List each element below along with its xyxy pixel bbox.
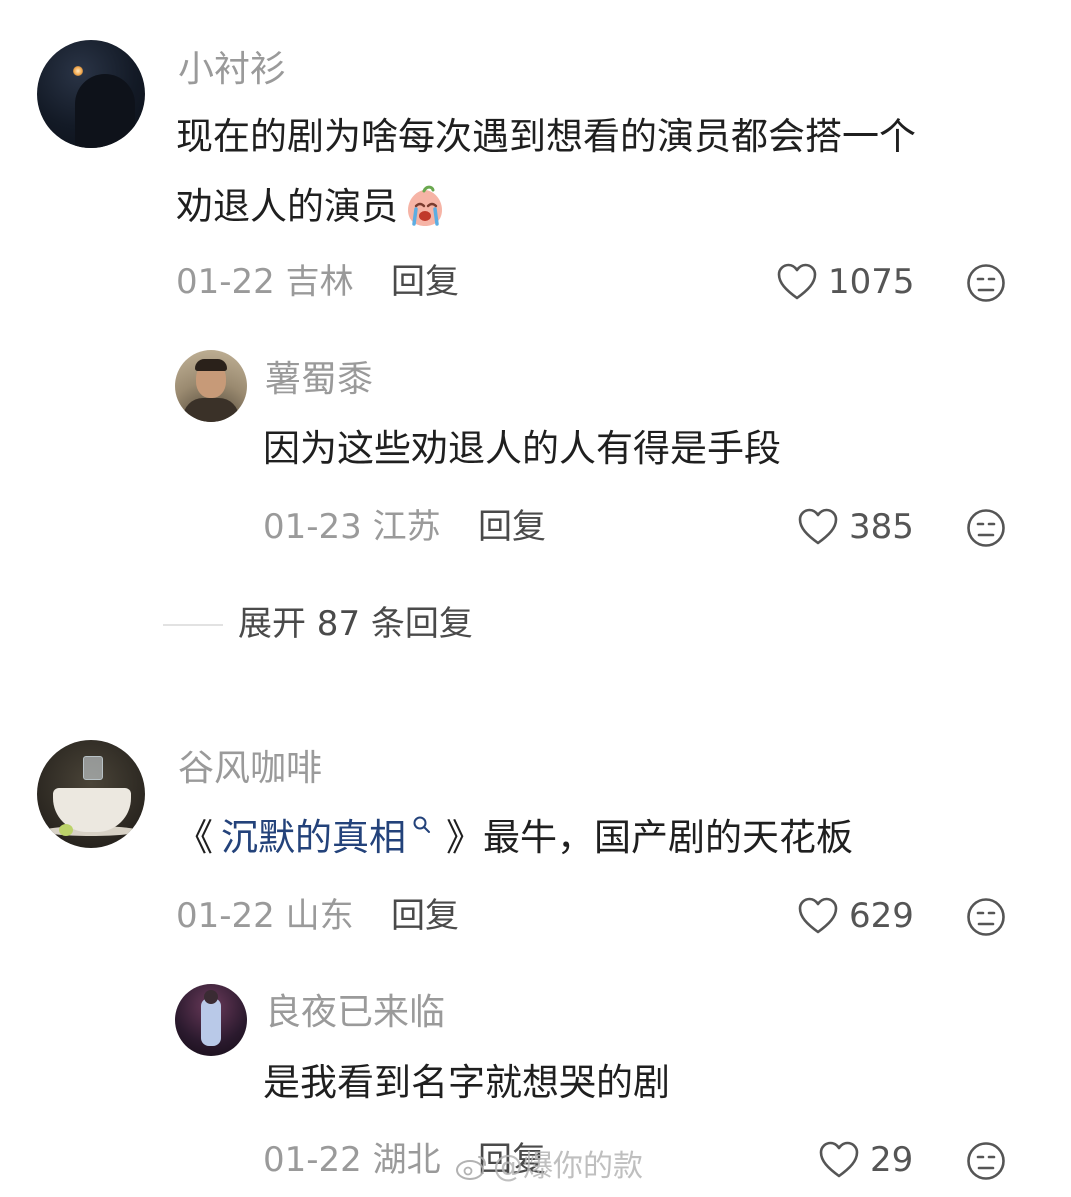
reply-date: 01-22 <box>263 1140 362 1180</box>
reply-location: 江苏 <box>372 507 441 547</box>
comment-meta: 01-22 山东 <box>176 899 354 933</box>
watermark: @爆你的款 <box>455 1152 643 1182</box>
avatar[interactable] <box>175 350 247 422</box>
like-count: 629 <box>849 896 914 936</box>
light-glow <box>73 66 83 76</box>
search-icon <box>412 815 432 835</box>
like-count: 1075 <box>828 262 915 302</box>
reply-button[interactable]: 回复 <box>478 510 546 544</box>
like-count: 385 <box>849 507 914 547</box>
reply-meta: 01-22 湖北 <box>263 1143 441 1177</box>
avatar[interactable] <box>37 740 145 848</box>
comment-date: 01-22 <box>176 896 275 936</box>
comment-text-line: 现在的剧为啥每次遇到想看的演员都会搭一个 <box>176 115 916 158</box>
reply-button[interactable]: 回复 <box>391 899 459 933</box>
like-button[interactable]: 385 <box>797 507 914 547</box>
heart-icon <box>797 507 839 547</box>
glass-shape <box>83 756 103 780</box>
comment-text: 现在的剧为啥每次遇到想看的演员都会搭一个 劝退人的演员 <box>176 102 1036 243</box>
like-button[interactable]: 1075 <box>776 262 915 302</box>
reply-meta: 01-23 江苏 <box>263 510 441 544</box>
heart-icon <box>776 262 818 302</box>
reply-username[interactable]: 薯蜀黍 <box>265 362 373 398</box>
weibo-logo-icon <box>455 1153 489 1181</box>
search-link[interactable]: 沉默的真相 <box>221 803 432 873</box>
comment-date: 01-22 <box>176 262 275 302</box>
reply-text: 因为这些劝退人的人有得是手段 <box>263 427 781 470</box>
dislike-face-icon[interactable] <box>966 1141 1006 1181</box>
search-link-text: 沉默的真相 <box>221 816 406 859</box>
reply-location: 湖北 <box>372 1140 441 1180</box>
like-count: 29 <box>870 1140 914 1180</box>
comment-location: 山东 <box>285 896 354 936</box>
heart-icon <box>797 896 839 936</box>
book-title-open: 《 <box>176 816 213 859</box>
like-button[interactable]: 629 <box>797 896 914 936</box>
crying-peach-emoji-icon <box>402 184 448 230</box>
reply-username[interactable]: 良夜已来临 <box>265 995 445 1031</box>
comment-text-rest: 》最牛，国产剧的天花板 <box>446 816 853 859</box>
silhouette-figure <box>75 74 135 148</box>
comment-meta: 01-22 吉林 <box>176 265 354 299</box>
dislike-face-icon[interactable] <box>966 263 1006 303</box>
reply-date: 01-23 <box>263 507 362 547</box>
comment-text-line: 劝退人的演员 <box>176 172 1036 242</box>
portrait-hair <box>195 359 227 371</box>
comment-text: 《 沉默的真相 》最牛，国产剧的天花板 <box>176 803 853 873</box>
comment-username[interactable]: 谷风咖啡 <box>178 751 322 787</box>
dislike-face-icon[interactable] <box>966 897 1006 937</box>
reply-button[interactable]: 回复 <box>391 265 459 299</box>
avatar[interactable] <box>175 984 247 1056</box>
portrait-body <box>183 398 239 422</box>
like-button[interactable]: 29 <box>818 1140 913 1180</box>
comment-location: 吉林 <box>285 262 354 302</box>
performer-figure <box>201 998 221 1046</box>
comment-username[interactable]: 小衬衫 <box>178 52 286 88</box>
watermark-text: @爆你的款 <box>493 1149 643 1184</box>
expand-divider <box>163 624 223 626</box>
comment-text-line-2: 劝退人的演员 <box>176 185 398 229</box>
reply-text: 是我看到名字就想哭的剧 <box>263 1061 670 1104</box>
heart-icon <box>818 1140 860 1180</box>
avatar[interactable] <box>37 40 145 148</box>
expand-replies-button[interactable]: 展开 87 条回复 <box>238 607 473 641</box>
dislike-face-icon[interactable] <box>966 508 1006 548</box>
performer-head <box>204 990 218 1004</box>
lime-shape <box>59 824 73 836</box>
